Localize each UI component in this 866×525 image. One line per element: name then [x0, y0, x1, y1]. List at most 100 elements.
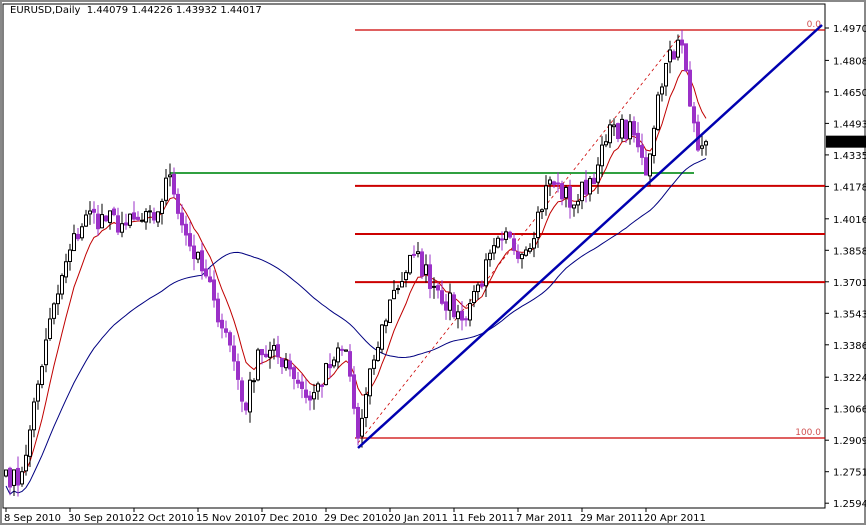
candle-body — [532, 238, 536, 249]
candle-body — [376, 346, 380, 361]
candle-body — [540, 209, 544, 212]
candle-body — [368, 368, 372, 397]
candle-body — [172, 173, 176, 195]
candle-body — [304, 389, 308, 398]
candle-body — [8, 467, 12, 488]
candle-body — [576, 200, 580, 206]
candle-body — [288, 360, 292, 370]
candle-body — [544, 185, 548, 210]
candle-body — [52, 303, 56, 319]
candle-body — [200, 250, 204, 272]
candle-body — [408, 254, 412, 274]
candle-body — [308, 395, 312, 401]
candle-body — [132, 212, 136, 220]
candle-body — [44, 339, 48, 366]
candle-body — [328, 364, 332, 369]
candle-body — [216, 298, 220, 323]
candle-body — [300, 381, 304, 389]
y-tick-label: 1.25940 — [833, 499, 866, 510]
candle-body — [380, 324, 384, 350]
chart-title: EURUSD,Daily 1.44079 1.44226 1.43932 1.4… — [10, 5, 262, 16]
candle-body — [96, 213, 100, 230]
candle-body — [316, 383, 320, 392]
candle-body — [616, 123, 620, 139]
candle-body — [632, 121, 636, 136]
candle-body — [36, 383, 40, 402]
candle-body — [180, 212, 184, 226]
candle — [324, 362, 328, 386]
price-chart[interactable]: 1.49700 1.48080 1.46505 1.44930 1.43355 1.417… — [0, 0, 866, 525]
candle-body — [520, 253, 524, 260]
candle-body — [352, 374, 356, 409]
y-tick-label: 1.32240 — [833, 373, 866, 384]
candle-body — [548, 179, 552, 185]
candle-body — [464, 318, 468, 321]
candle-body — [224, 328, 228, 333]
candle-body — [80, 226, 84, 239]
candle-body — [104, 215, 108, 222]
last-price-label: 1.44017 — [829, 138, 866, 149]
candle-body — [196, 251, 200, 260]
chart-window[interactable]: 1.49700 1.48080 1.46505 1.44930 1.43355 1.417… — [0, 0, 866, 525]
candle-body — [524, 249, 528, 256]
candle-body — [652, 127, 656, 156]
candle-body — [236, 361, 240, 380]
y-tick-label: 1.30665 — [833, 405, 866, 416]
x-tick-label: 20 Jan 2011 — [388, 513, 448, 524]
candle-body — [508, 231, 512, 238]
candle-body — [228, 332, 232, 346]
y-tick-label: 1.48080 — [833, 56, 866, 67]
y-tick-label: 1.35435 — [833, 309, 866, 320]
candle-body — [420, 251, 424, 277]
candle-body — [480, 283, 484, 287]
candle-body — [240, 380, 244, 402]
candle-body — [568, 186, 572, 208]
candle-body — [460, 310, 464, 321]
candle-body — [400, 281, 404, 288]
candle — [388, 299, 392, 323]
candle-body — [48, 318, 52, 340]
y-tick-label: 1.29090 — [833, 436, 866, 447]
candle — [380, 324, 384, 354]
candle-body — [164, 177, 168, 201]
candle-body — [140, 219, 144, 222]
x-tick-label: 22 Oct 2010 — [132, 513, 194, 524]
y-tick-label: 1.43355 — [833, 151, 866, 162]
candle-body — [640, 144, 644, 158]
candle-body — [388, 299, 392, 323]
candle-body — [136, 216, 140, 220]
candle — [408, 254, 412, 275]
candle-body — [356, 406, 360, 439]
candle-body — [32, 401, 36, 431]
candle-body — [500, 238, 504, 241]
candle-body — [412, 253, 416, 256]
y-tick-label: 1.44930 — [833, 119, 866, 130]
candle-body — [612, 124, 616, 128]
candle-body — [184, 223, 188, 236]
candle-body — [436, 285, 440, 291]
candle-body — [148, 210, 152, 213]
candle-body — [20, 471, 24, 485]
candle-body — [684, 43, 688, 72]
candle-body — [372, 359, 376, 369]
candle-body — [428, 264, 432, 289]
candle-body — [476, 284, 480, 293]
candle-body — [160, 200, 164, 214]
candle-body — [552, 181, 556, 185]
x-tick-label: 15 Nov 2010 — [196, 513, 260, 524]
candle-body — [620, 118, 624, 139]
x-tick-label: 29 Dec 2010 — [324, 513, 388, 524]
candle-body — [560, 183, 564, 200]
x-tick-label: 7 Mar 2011 — [516, 513, 573, 524]
candle-body — [108, 210, 112, 223]
candle-body — [116, 215, 120, 233]
candle — [4, 469, 8, 478]
candle-body — [392, 289, 396, 300]
candle-body — [496, 237, 500, 248]
x-tick-label: 29 Mar 2011 — [580, 513, 643, 524]
candle-body — [332, 359, 336, 367]
candle-body — [24, 454, 28, 472]
candle-body — [68, 249, 72, 262]
candle-body — [528, 248, 532, 252]
candle-body — [72, 233, 76, 252]
